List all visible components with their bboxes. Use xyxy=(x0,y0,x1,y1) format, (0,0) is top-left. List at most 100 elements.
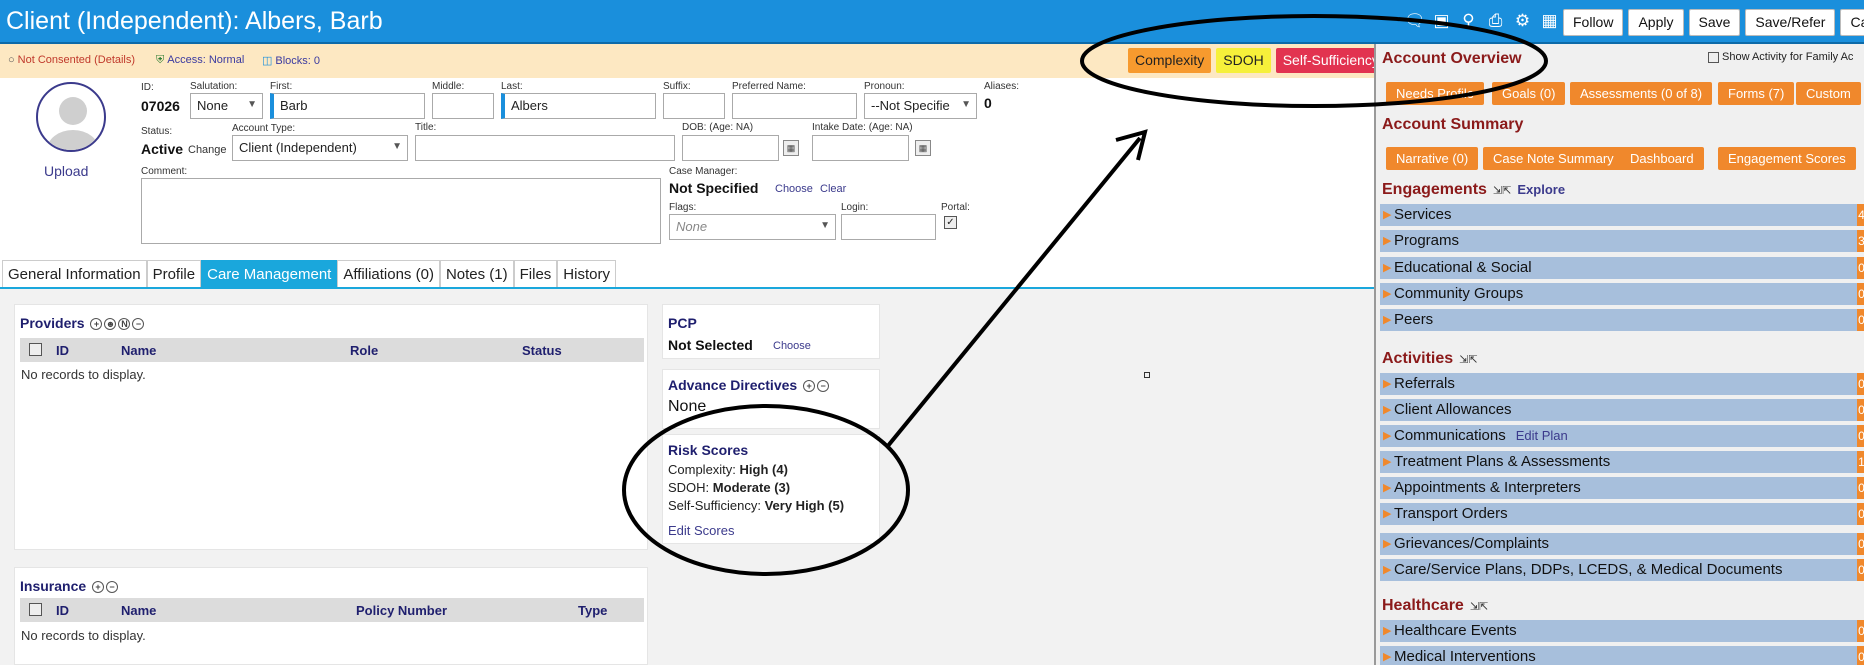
portal-checkbox[interactable]: ✓ xyxy=(944,216,957,229)
pcp-choose-link[interactable]: Choose xyxy=(773,340,811,352)
expand-collapse-icon[interactable]: ⇲⇱ xyxy=(1459,354,1477,366)
activity-row-appointments[interactable]: ▶Appointments & Interpreters 0 xyxy=(1380,477,1864,499)
add-icon[interactable]: + xyxy=(803,380,816,393)
consent-status[interactable]: ○ Not Consented (Details) xyxy=(8,54,135,66)
blocks-status[interactable]: ◫ Blocks: 0 xyxy=(262,54,320,67)
print-icon[interactable]: ⎙ xyxy=(1485,10,1506,31)
add-person-icon[interactable]: ☻ xyxy=(104,318,117,331)
column-header-type[interactable]: Type xyxy=(578,603,607,618)
calendar-icon[interactable]: ▦ xyxy=(915,140,931,156)
flags-select[interactable]: None ▼ xyxy=(669,214,836,240)
show-activity-checkbox[interactable] xyxy=(1708,51,1719,63)
edit-plan-link[interactable]: Edit Plan xyxy=(1516,428,1568,443)
engagement-row-programs[interactable]: ▶Programs 3 xyxy=(1380,230,1864,252)
remove-icon[interactable]: − xyxy=(132,318,145,331)
dashboard-button[interactable]: Dashboard xyxy=(1620,147,1704,170)
engagement-row-services[interactable]: ▶Services 4 xyxy=(1380,204,1864,226)
tab-files[interactable]: Files xyxy=(513,260,558,287)
remove-icon[interactable]: − xyxy=(106,581,119,594)
case-manager-clear-link[interactable]: Clear xyxy=(820,183,846,195)
assessments-button[interactable]: Assessments (0 of 8) xyxy=(1570,82,1713,105)
network-icon[interactable]: N xyxy=(118,318,131,331)
activity-row-treatment-plans[interactable]: ▶Treatment Plans & Assessments 1 xyxy=(1380,451,1864,473)
title-field[interactable] xyxy=(415,135,675,161)
case-manager-choose-link[interactable]: Choose xyxy=(775,183,813,195)
activity-row-transport-orders[interactable]: ▶Transport Orders 0 xyxy=(1380,503,1864,525)
tab-profile[interactable]: Profile xyxy=(146,260,202,287)
sdoh-badge[interactable]: SDOH xyxy=(1216,48,1271,73)
suffix-field[interactable] xyxy=(663,93,725,119)
engagement-row-peers[interactable]: ▶Peers 0 xyxy=(1380,309,1864,331)
engagement-scores-button[interactable]: Engagement Scores xyxy=(1718,147,1856,170)
chat-icon[interactable]: 🗨 xyxy=(1404,10,1426,31)
pronoun-select[interactable]: --Not Specifie ▼ xyxy=(864,93,977,119)
self-sufficiency-badge[interactable]: Self-Sufficiency xyxy=(1275,48,1386,73)
intake-date-field[interactable] xyxy=(812,135,909,161)
aliases-count[interactable]: 0 xyxy=(984,95,992,111)
activity-row-client-allowances[interactable]: ▶Client Allowances 0 xyxy=(1380,399,1864,421)
cancel-button[interactable]: Car xyxy=(1840,9,1864,36)
select-all-checkbox[interactable] xyxy=(29,603,42,616)
column-header-policy-number[interactable]: Policy Number xyxy=(356,603,447,618)
change-status-link[interactable]: Change xyxy=(188,144,227,156)
show-activity-option[interactable]: Show Activity for Family Ac xyxy=(1708,51,1853,63)
column-header-id[interactable]: ID xyxy=(56,343,69,358)
activity-row-referrals[interactable]: ▶Referrals 0 xyxy=(1380,373,1864,395)
tab-notes[interactable]: Notes (1) xyxy=(439,260,514,287)
remove-icon[interactable]: − xyxy=(817,380,830,393)
explore-link[interactable]: Explore xyxy=(1517,182,1565,197)
first-name-field[interactable]: Barb xyxy=(270,93,425,119)
client-status: Active xyxy=(141,141,184,157)
edit-scores-link[interactable]: Edit Scores xyxy=(668,523,734,538)
row-label: Communications xyxy=(1394,427,1506,444)
engagement-row-educational-social[interactable]: ▶Educational & Social 0 xyxy=(1380,257,1864,279)
login-field[interactable] xyxy=(841,214,936,240)
add-icon[interactable]: + xyxy=(90,318,103,331)
account-type-select[interactable]: Client (Independent) ▼ xyxy=(232,135,408,161)
complexity-badge[interactable]: Complexity xyxy=(1128,48,1212,73)
building-icon[interactable]: ▦ xyxy=(1539,10,1560,31)
salutation-select[interactable]: None ▼ xyxy=(190,93,263,119)
narrative-button[interactable]: Narrative (0) xyxy=(1386,147,1479,170)
settings-icon[interactable]: ⚙ xyxy=(1512,10,1533,31)
access-status[interactable]: ⛨ Access: Normal xyxy=(156,54,244,67)
column-header-status[interactable]: Status xyxy=(522,343,562,358)
select-all-checkbox[interactable] xyxy=(29,343,42,356)
column-header-role[interactable]: Role xyxy=(350,343,378,358)
healthcare-row-events[interactable]: ▶Healthcare Events 0 xyxy=(1380,620,1864,642)
follow-button[interactable]: Follow xyxy=(1563,9,1624,36)
tab-general-information[interactable]: General Information xyxy=(2,260,147,287)
add-icon[interactable]: + xyxy=(92,581,105,594)
tab-history[interactable]: History xyxy=(557,260,616,287)
calendar-icon[interactable]: ▦ xyxy=(783,140,799,156)
activity-row-care-service-plans[interactable]: ▶ Care/Service Plans, DDPs, LCEDS, & Medi… xyxy=(1380,559,1864,581)
needs-profile-button[interactable]: Needs Profile xyxy=(1386,82,1485,105)
apply-button[interactable]: Apply xyxy=(1628,9,1684,36)
preferred-name-field[interactable] xyxy=(732,93,857,119)
activity-row-communications[interactable]: ▶Communications Edit Plan 0 xyxy=(1380,425,1864,447)
save-button[interactable]: Save xyxy=(1688,9,1741,36)
healthcare-row-medical-interventions[interactable]: ▶Medical Interventions 0 xyxy=(1380,646,1864,665)
tab-care-management[interactable]: Care Management xyxy=(201,260,338,287)
search-time-icon[interactable]: ⚲ xyxy=(1458,10,1479,31)
forms-button[interactable]: Forms (7) xyxy=(1718,82,1795,105)
last-name-field[interactable]: Albers xyxy=(501,93,656,119)
expand-collapse-icon[interactable]: ⇲⇱ xyxy=(1470,601,1488,613)
case-note-summary-button[interactable]: Case Note Summary xyxy=(1483,147,1624,170)
dob-field[interactable] xyxy=(682,135,779,161)
engagement-row-community-groups[interactable]: ▶Community Groups 0 xyxy=(1380,283,1864,305)
column-header-id[interactable]: ID xyxy=(56,603,69,618)
tab-affiliations[interactable]: Affiliations (0) xyxy=(337,260,440,287)
expand-collapse-icon[interactable]: ⇲⇱ xyxy=(1493,185,1511,197)
column-header-name[interactable]: Name xyxy=(121,343,156,358)
id-card-icon[interactable]: ▣ xyxy=(1431,10,1452,31)
save-refer-button[interactable]: Save/Refer xyxy=(1745,9,1836,36)
custom-button[interactable]: Custom xyxy=(1796,82,1861,105)
goals-button[interactable]: Goals (0) xyxy=(1492,82,1566,105)
column-header-name[interactable]: Name xyxy=(121,603,156,618)
comment-textarea[interactable] xyxy=(141,178,661,244)
middle-name-field[interactable] xyxy=(432,93,494,119)
upload-link[interactable]: Upload xyxy=(44,163,88,179)
circle-icon: ○ xyxy=(8,54,15,66)
activity-row-grievances[interactable]: ▶Grievances/Complaints 0 xyxy=(1380,533,1864,555)
